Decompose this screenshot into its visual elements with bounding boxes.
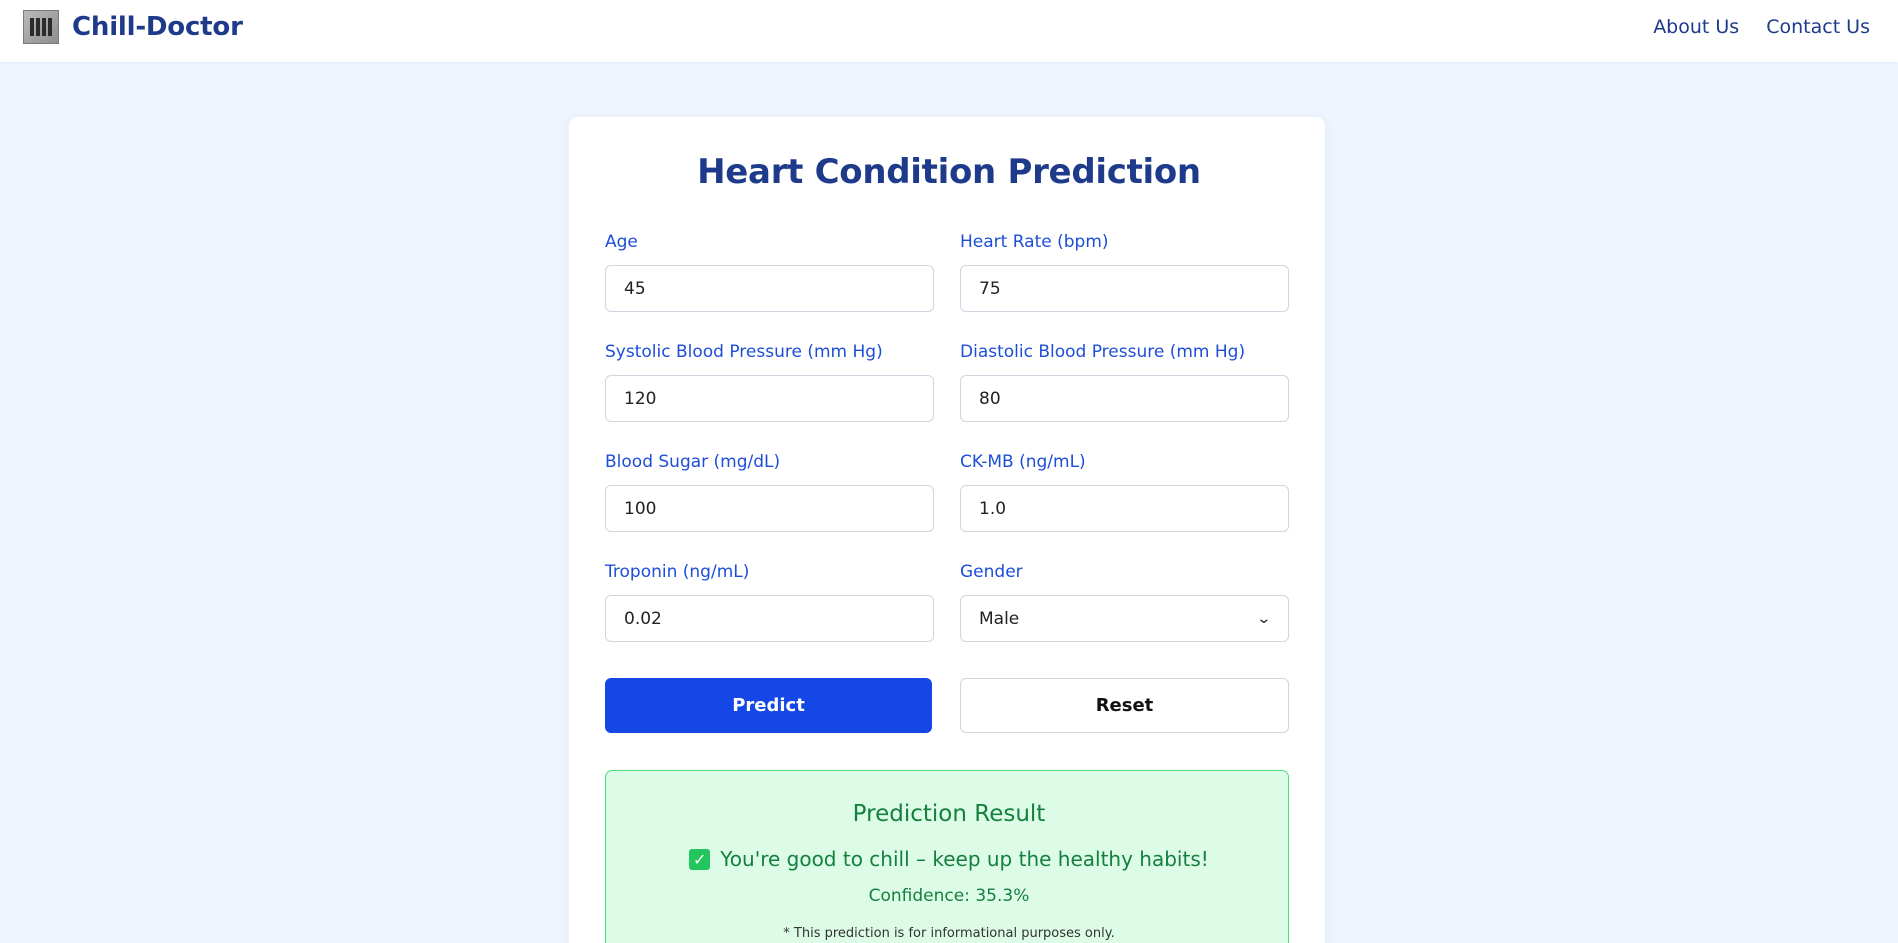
result-message: You're good to chill – keep up the healt… (720, 847, 1209, 871)
troponin-input[interactable] (605, 595, 934, 642)
result-title: Prediction Result (852, 801, 1046, 827)
systolic-bp-input[interactable] (605, 375, 934, 422)
confidence-text: Confidence: 35.3% (868, 886, 1030, 906)
blood-sugar-label: Blood Sugar (mg/dL) (605, 452, 781, 472)
troponin-label: Troponin (ng/mL) (605, 562, 750, 582)
chevron-down-icon: ⌄ (1256, 610, 1272, 627)
nav-links: About Us Contact Us (1653, 14, 1870, 40)
page-title: Heart Condition Prediction (697, 152, 1201, 192)
nav-link-contact-us[interactable]: Contact Us (1766, 14, 1870, 40)
disclaimer-text: * This prediction is for informational p… (783, 926, 1115, 941)
ck-mb-input[interactable] (960, 485, 1289, 532)
systolic-bp-label: Systolic Blood Pressure (mm Hg) (605, 342, 883, 362)
result-message-row: ✓ You're good to chill – keep up the hea… (0, 846, 1898, 872)
age-input[interactable] (605, 265, 934, 312)
heart-rate-label: Heart Rate (bpm) (960, 232, 1109, 252)
predict-button[interactable]: Predict (605, 678, 932, 733)
logo-image[interactable] (23, 10, 59, 44)
gender-select-value: Male (979, 608, 1020, 629)
diastolic-bp-input[interactable] (960, 375, 1289, 422)
diastolic-bp-label: Diastolic Blood Pressure (mm Hg) (960, 342, 1246, 362)
gender-select[interactable]: Male ⌄ (960, 595, 1289, 642)
reset-button[interactable]: Reset (960, 678, 1289, 733)
blood-sugar-input[interactable] (605, 485, 934, 532)
navbar: Chill-Doctor About Us Contact Us (0, 0, 1898, 62)
nav-link-about-us[interactable]: About Us (1653, 14, 1739, 40)
heart-rate-input[interactable] (960, 265, 1289, 312)
check-box-icon: ✓ (689, 848, 711, 870)
gender-label: Gender (960, 562, 1023, 582)
ck-mb-label: CK-MB (ng/mL) (960, 452, 1086, 472)
age-label: Age (605, 232, 638, 252)
brand-name[interactable]: Chill-Doctor (72, 10, 243, 44)
